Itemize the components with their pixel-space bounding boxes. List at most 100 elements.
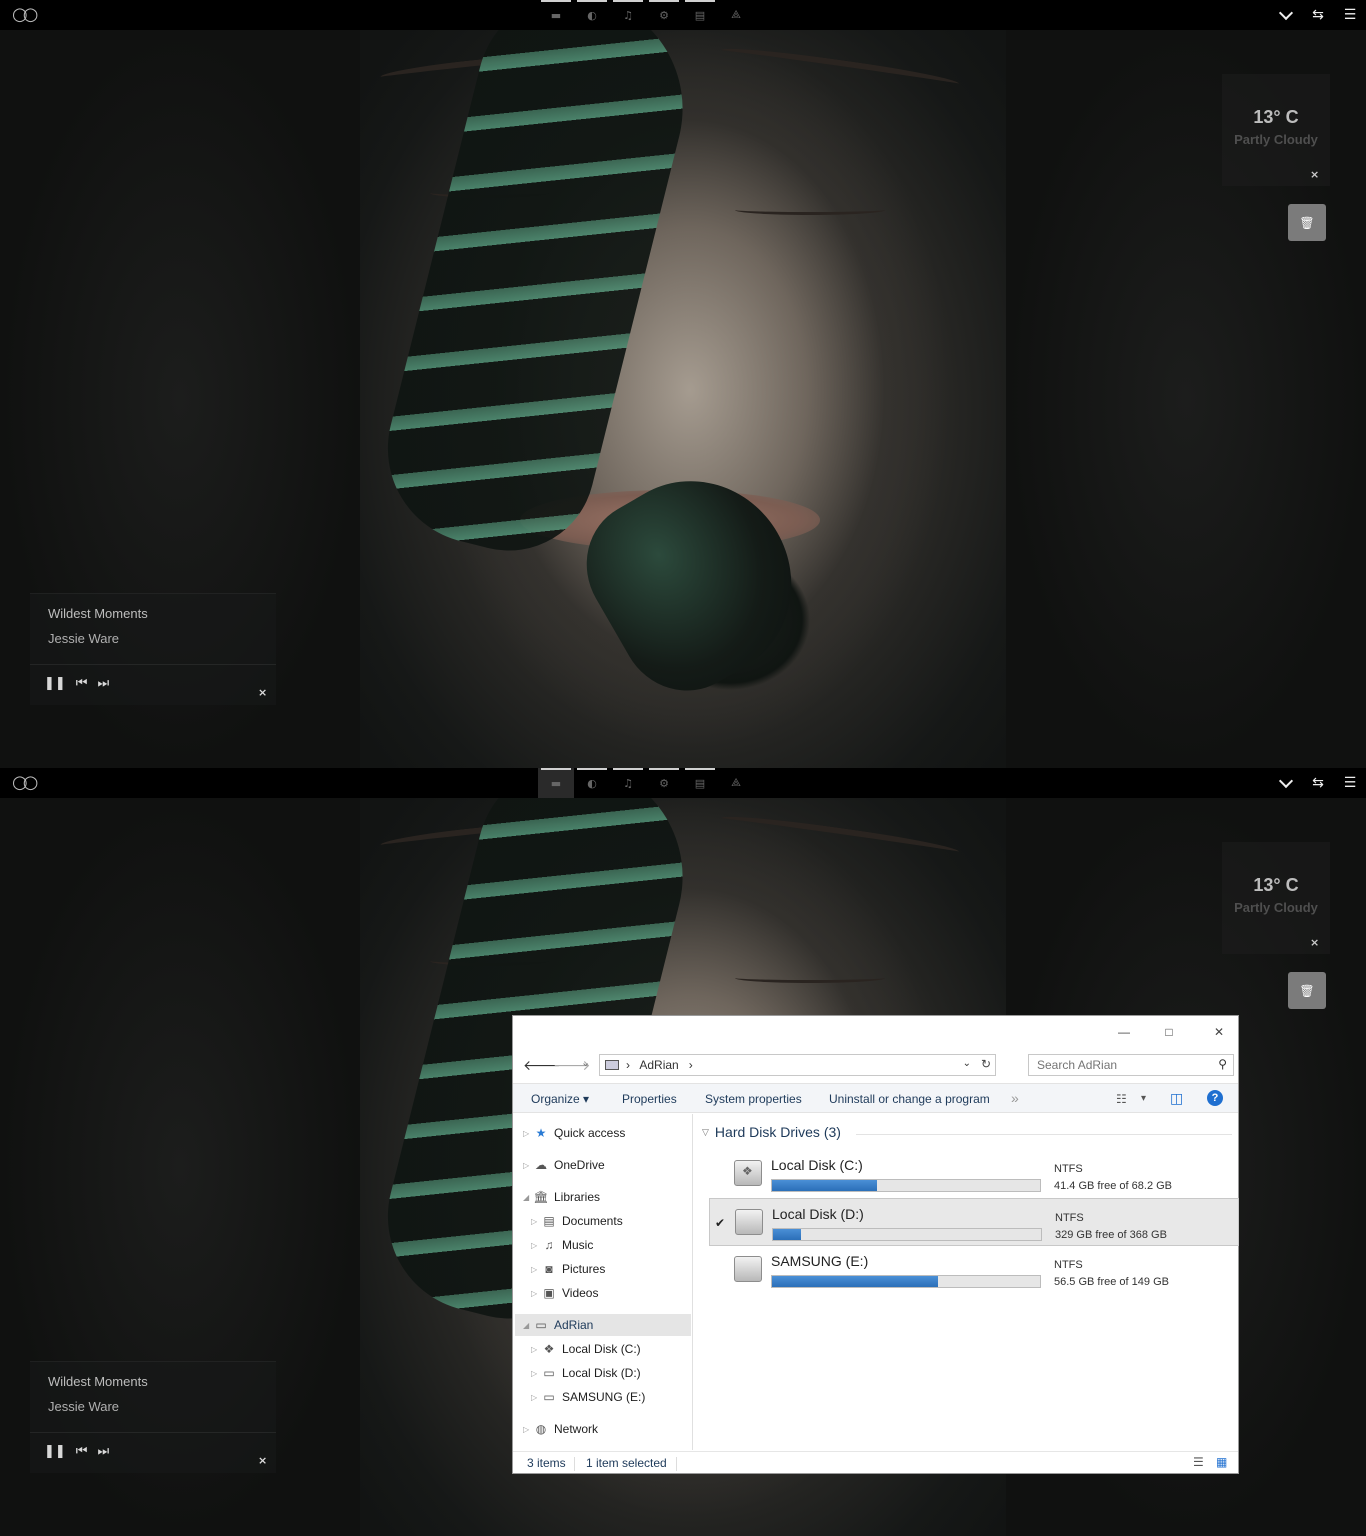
checkbox-checked-icon[interactable]: ✔	[715, 1216, 725, 1230]
more-commands-icon[interactable]: »	[1011, 1090, 1019, 1106]
drive-usage-bar	[772, 1228, 1042, 1241]
uninstall-program-button[interactable]: Uninstall or change a program	[829, 1092, 990, 1106]
weather-condition: Partly Cloudy	[1234, 132, 1318, 147]
settings-icon[interactable]: ◐	[574, 768, 610, 798]
network-icon[interactable]: ⇆	[1302, 0, 1334, 30]
next-track-icon[interactable]: ⏭	[98, 1444, 110, 1459]
chevron-down-icon[interactable]	[1270, 768, 1302, 798]
nav-item-pictures[interactable]: ▷ ◙ Pictures	[531, 1258, 605, 1280]
preview-pane-icon[interactable]: ◫	[1170, 1090, 1183, 1107]
wallpaper-snake	[480, 0, 820, 720]
nav-item-music[interactable]: ▷ ♫ Music	[531, 1234, 593, 1256]
gear-icon[interactable]: ⚙	[646, 768, 682, 798]
nav-item-local-disk-c[interactable]: ▷ ❖ Local Disk (C:)	[531, 1338, 641, 1360]
folder-icon[interactable]: ▬	[538, 768, 574, 798]
music-close-icon[interactable]: ×	[258, 1454, 267, 1467]
pause-icon[interactable]: ❚❚	[44, 676, 66, 691]
collapse-arrow-icon[interactable]: ▽	[702, 1127, 709, 1138]
app-icon[interactable]: ⟁	[718, 0, 754, 30]
drive-free-space: 41.4 GB free of 68.2 GB	[1054, 1180, 1173, 1192]
weather-temperature: 13° C	[1253, 107, 1299, 127]
close-button[interactable]: ✕	[1205, 1022, 1233, 1042]
chevron-down-icon[interactable]	[1270, 0, 1302, 30]
properties-button[interactable]: Properties	[622, 1092, 677, 1106]
expand-arrow-icon: ▷	[531, 1392, 538, 1402]
drive-name: SAMSUNG (E:)	[771, 1253, 869, 1269]
divider	[676, 1457, 677, 1471]
nav-item-documents[interactable]: ▷ ▤ Documents	[531, 1210, 623, 1232]
tiles-view-icon[interactable]: ▦	[1216, 1455, 1227, 1469]
drive-item-samsung-e[interactable]: SAMSUNG (E:) NTFS 56.5 GB free of 149 GB	[709, 1246, 1239, 1294]
breadcrumb-separator[interactable]: ›	[689, 1058, 693, 1072]
gear-icon[interactable]: ⚙	[646, 0, 682, 30]
system-properties-button[interactable]: System properties	[705, 1092, 802, 1106]
recycle-bin-icon[interactable]: 🗑	[1288, 204, 1326, 241]
drive-filesystem: NTFS	[1054, 1259, 1083, 1271]
recent-locations-icon[interactable]: ⌄	[581, 1056, 590, 1069]
search-icon[interactable]: ⚲	[1218, 1057, 1227, 1071]
minimize-button[interactable]: —	[1110, 1022, 1138, 1042]
start-logo-icon[interactable]: ○○	[12, 774, 39, 792]
music-folder-icon: ♫	[544, 1238, 554, 1252]
app-icon[interactable]: ⟁	[718, 768, 754, 798]
nav-item-local-disk-d[interactable]: ▷ ▭ Local Disk (D:)	[531, 1362, 641, 1384]
nav-label: Music	[562, 1238, 594, 1252]
nav-item-libraries[interactable]: ◢ 🏛 Libraries	[523, 1186, 600, 1208]
music-close-icon[interactable]: ×	[258, 686, 267, 699]
expand-arrow-icon: ▷	[523, 1424, 530, 1434]
drive-usage-fill	[772, 1180, 878, 1191]
organize-button[interactable]: Organize ▾	[531, 1092, 589, 1106]
action-center-icon[interactable]: ☰	[1334, 0, 1366, 30]
address-bar[interactable]: › AdRian › ⌄ ↻	[599, 1054, 996, 1076]
document-icon[interactable]: ▤	[682, 768, 718, 798]
recycle-bin-icon[interactable]: 🗑	[1288, 972, 1326, 1009]
address-dropdown-icon[interactable]: ⌄	[963, 1058, 971, 1069]
drive-item-local-disk-d[interactable]: ✔ Local Disk (D:) NTFS 329 GB free of 36…	[709, 1198, 1239, 1246]
details-view-icon[interactable]: ☰	[1193, 1455, 1204, 1469]
computer-icon: ▭	[535, 1318, 547, 1332]
nav-label: Videos	[562, 1286, 599, 1300]
maximize-button[interactable]: □	[1155, 1022, 1183, 1042]
network-icon[interactable]: ⇆	[1302, 768, 1334, 798]
nav-item-samsung-e[interactable]: ▷ ▭ SAMSUNG (E:)	[531, 1386, 645, 1408]
drive-item-local-disk-c[interactable]: Local Disk (C:) NTFS 41.4 GB free of 68.…	[709, 1150, 1239, 1198]
nav-item-adrian[interactable]: ◢ ▭ AdRian	[515, 1314, 691, 1336]
search-box[interactable]: ⚲	[1028, 1054, 1234, 1076]
next-track-icon[interactable]: ⏭	[98, 676, 110, 691]
pause-icon[interactable]: ❚❚	[44, 1444, 66, 1459]
nav-label: Network	[554, 1422, 599, 1436]
previous-track-icon[interactable]: ⏮	[76, 1444, 88, 1459]
music-icon[interactable]: ♫	[610, 768, 646, 798]
divider	[30, 664, 276, 665]
top-bar: ○○ ▬ ◐ ♫ ⚙ ▤ ⟁ ⇆ ☰	[0, 0, 1366, 30]
refresh-icon[interactable]: ↻	[981, 1057, 991, 1071]
change-view-icon[interactable]: ☷	[1116, 1092, 1127, 1106]
drive-name: Local Disk (C:)	[771, 1157, 863, 1173]
group-header[interactable]: ▽ Hard Disk Drives (3)	[702, 1124, 841, 1140]
start-logo-icon[interactable]: ○○	[12, 6, 39, 24]
document-icon[interactable]: ▤	[682, 0, 718, 30]
content-pane: ▽ Hard Disk Drives (3) Local Disk (C:) N…	[694, 1114, 1239, 1450]
selection-count: 1 item selected	[586, 1456, 667, 1470]
expand-arrow-icon: ▷	[531, 1240, 538, 1250]
title-bar[interactable]: — □ ✕	[513, 1016, 1238, 1048]
view-dropdown-icon[interactable]: ▾	[1141, 1093, 1146, 1104]
expand-arrow-icon: ▷	[531, 1344, 538, 1354]
weather-close-icon[interactable]: ×	[1310, 168, 1319, 181]
search-input[interactable]	[1029, 1055, 1209, 1075]
expand-arrow-icon: ▷	[531, 1216, 538, 1226]
breadcrumb-adrian[interactable]: AdRian	[639, 1058, 678, 1072]
weather-temperature: 13° C	[1253, 875, 1299, 895]
settings-icon[interactable]: ◐	[574, 0, 610, 30]
previous-track-icon[interactable]: ⏮	[76, 676, 88, 691]
help-icon[interactable]: ?	[1207, 1090, 1223, 1106]
action-center-icon[interactable]: ☰	[1334, 768, 1366, 798]
nav-item-onedrive[interactable]: ▷ ☁ OneDrive	[523, 1154, 605, 1176]
nav-item-quick-access[interactable]: ▷ ★ Quick access	[523, 1122, 625, 1144]
folder-icon[interactable]: ▬	[538, 0, 574, 30]
weather-close-icon[interactable]: ×	[1310, 936, 1319, 949]
music-icon[interactable]: ♫	[610, 0, 646, 30]
nav-item-videos[interactable]: ▷ ▣ Videos	[531, 1282, 598, 1304]
drive-icon: ▭	[543, 1366, 555, 1380]
nav-item-network[interactable]: ▷ ◍ Network	[523, 1418, 598, 1440]
